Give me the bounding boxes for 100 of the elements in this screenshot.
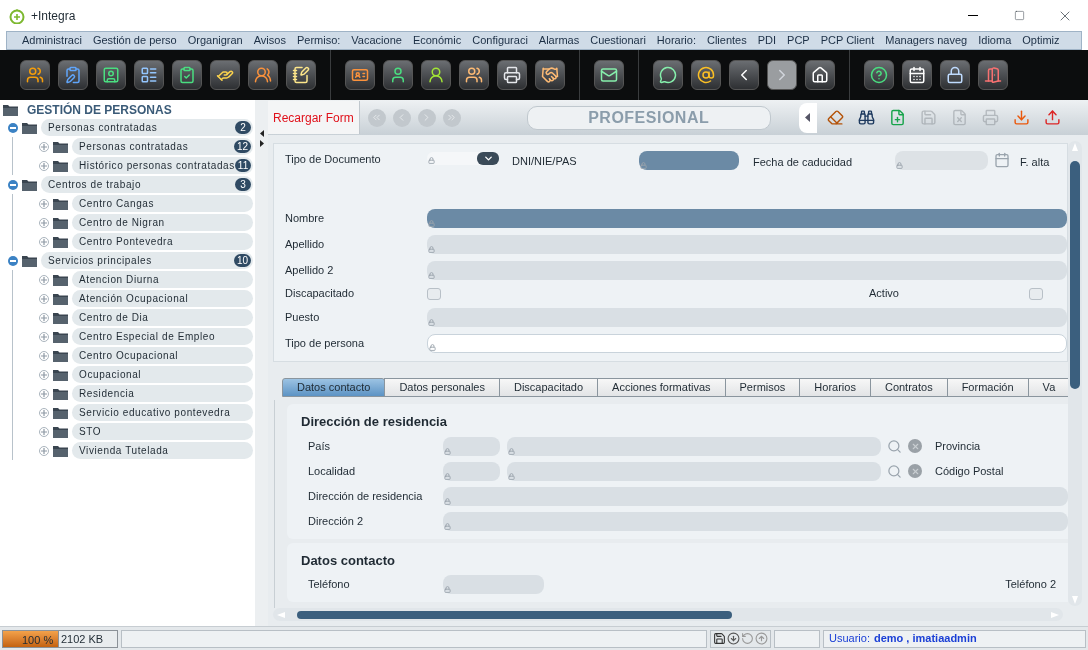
tree-item[interactable]: Personas contratadas 12 xyxy=(72,138,253,155)
expand-toggle[interactable] xyxy=(39,293,49,304)
search-icon[interactable] xyxy=(887,438,902,454)
input-field[interactable] xyxy=(507,461,881,481)
tree-item[interactable]: Servicio educativo pontevedra xyxy=(72,404,253,421)
toolbar-button[interactable] xyxy=(729,60,759,90)
expand-toggle[interactable] xyxy=(39,141,49,152)
input-field[interactable] xyxy=(443,461,500,481)
menu-item[interactable]: Optimiz xyxy=(1017,32,1065,49)
toolbar-button[interactable] xyxy=(345,60,375,90)
toolbar-button[interactable] xyxy=(594,60,624,90)
upload-icon[interactable] xyxy=(755,632,768,645)
menu-item[interactable]: Horario: xyxy=(651,32,701,49)
expand-toggle[interactable] xyxy=(39,407,49,418)
toolbar-button[interactable] xyxy=(940,60,970,90)
panel-toggle-button[interactable] xyxy=(798,102,817,133)
search-icon[interactable] xyxy=(887,463,902,479)
expand-toggle[interactable] xyxy=(39,236,49,247)
expand-toggle[interactable] xyxy=(39,217,49,228)
menu-item[interactable]: PDI xyxy=(752,32,782,49)
clear-icon[interactable] xyxy=(908,439,922,453)
expand-toggle[interactable] xyxy=(39,388,49,399)
input-field[interactable] xyxy=(507,436,881,456)
tree-item[interactable]: Centro de Dia xyxy=(72,309,253,326)
input-field[interactable] xyxy=(427,333,1067,353)
toolbar-button[interactable] xyxy=(978,60,1008,90)
input-field[interactable] xyxy=(427,234,1067,254)
save-icon[interactable] xyxy=(713,632,726,645)
horizontal-scrollbar[interactable] xyxy=(273,608,1063,621)
menu-item[interactable]: Económic xyxy=(407,32,467,49)
menu-item[interactable]: PCP xyxy=(782,32,815,49)
toolbar-button[interactable] xyxy=(864,60,894,90)
scroll-left-icon[interactable] xyxy=(277,611,285,618)
expand-arrow-icon[interactable] xyxy=(259,140,264,147)
input-field[interactable] xyxy=(443,436,500,456)
tree-item[interactable]: Personas contratadas 2 xyxy=(41,119,253,136)
menu-item[interactable]: Organigran xyxy=(182,32,248,49)
tree-item[interactable]: Centro Ocupacional xyxy=(72,347,253,364)
menu-item[interactable]: Permiso: xyxy=(291,32,346,49)
toolbar-button[interactable] xyxy=(902,60,932,90)
tab[interactable]: Contratos xyxy=(869,378,948,397)
checkbox[interactable] xyxy=(1029,287,1043,300)
toolbar-button[interactable] xyxy=(497,60,527,90)
tree-item[interactable]: Atencion Diurna xyxy=(72,271,253,288)
tree-item[interactable]: Servicios principales 10 xyxy=(41,252,253,269)
menu-item[interactable]: Cuestionari xyxy=(585,32,651,49)
tab[interactable]: Horarios xyxy=(799,378,871,397)
tree-item[interactable]: Residencia xyxy=(72,385,253,402)
download-icon[interactable] xyxy=(727,632,740,645)
menu-item[interactable]: Configuraci xyxy=(467,32,533,49)
tab[interactable]: Discapacitado xyxy=(499,378,599,397)
toolbar-button[interactable] xyxy=(805,60,835,90)
tree-item[interactable]: Centro de Nigran xyxy=(72,214,253,231)
menu-item[interactable]: Idioma xyxy=(973,32,1017,49)
toolbar-button[interactable] xyxy=(20,60,50,90)
input-field[interactable] xyxy=(443,575,544,594)
scroll-down-icon[interactable] xyxy=(1072,596,1078,604)
collapse-toggle[interactable] xyxy=(8,122,18,133)
menu-item[interactable]: Avisos xyxy=(248,32,291,49)
input-field[interactable] xyxy=(427,260,1067,280)
menu-item[interactable]: PCP Client xyxy=(815,32,880,49)
collapse-toggle[interactable] xyxy=(8,255,18,266)
toolbar-button[interactable] xyxy=(286,60,316,90)
toolbar-button[interactable] xyxy=(210,60,240,90)
tree-item[interactable]: Ocupacional xyxy=(72,366,253,383)
expand-toggle[interactable] xyxy=(39,312,49,323)
clear-icon[interactable] xyxy=(908,464,922,478)
tree-item[interactable]: Centro Pontevedra xyxy=(72,233,253,250)
tab[interactable]: Formación xyxy=(946,378,1029,397)
tree-item[interactable]: Histórico personas contratadas 11 xyxy=(72,157,253,174)
menu-item[interactable]: Vacacione xyxy=(346,32,407,49)
tree-item[interactable]: Vivienda Tutelada xyxy=(72,442,253,459)
expand-toggle[interactable] xyxy=(39,350,49,361)
toolbar-button[interactable] xyxy=(134,60,164,90)
tab[interactable]: Datos personales xyxy=(384,378,500,397)
input-field[interactable] xyxy=(443,486,1068,506)
toolbar-button[interactable] xyxy=(96,60,126,90)
input-field[interactable] xyxy=(639,151,739,170)
toolbar-button[interactable] xyxy=(691,60,721,90)
menu-item[interactable]: Gestión de perso xyxy=(87,32,182,49)
toolbar-button[interactable] xyxy=(653,60,683,90)
tree-item[interactable]: Centro Especial de Empleo xyxy=(72,328,253,345)
tab[interactable]: Va xyxy=(1027,378,1068,397)
tree-item[interactable]: Centros de trabajo 3 xyxy=(41,176,253,193)
expand-toggle[interactable] xyxy=(39,445,49,456)
date-field[interactable] xyxy=(895,151,988,170)
menu-item[interactable]: Administraci xyxy=(17,32,87,49)
tree-item[interactable]: Centro Cangas xyxy=(72,195,253,212)
toolbar-button[interactable] xyxy=(421,60,451,90)
toolbar-button[interactable] xyxy=(383,60,413,90)
menu-item[interactable]: Managers naveg xyxy=(880,32,973,49)
toolbar-button[interactable] xyxy=(248,60,278,90)
scroll-up-icon[interactable] xyxy=(1072,143,1078,151)
expand-toggle[interactable] xyxy=(39,198,49,209)
vertical-scrollbar[interactable] xyxy=(1068,141,1082,606)
toolbar-button[interactable] xyxy=(58,60,88,90)
input-field[interactable] xyxy=(427,307,1067,327)
expand-toggle[interactable] xyxy=(39,160,49,171)
checkbox[interactable] xyxy=(427,287,441,300)
select-field[interactable] xyxy=(427,152,499,165)
